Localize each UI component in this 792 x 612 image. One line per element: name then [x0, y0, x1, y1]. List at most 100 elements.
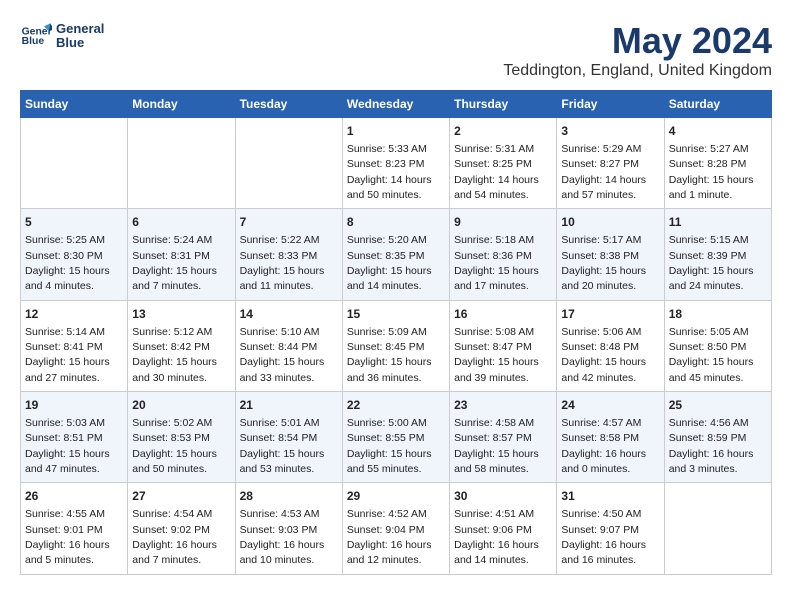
day-number: 5 — [25, 214, 123, 231]
calendar-cell — [21, 118, 128, 209]
calendar-cell: 22Sunrise: 5:00 AM Sunset: 8:55 PM Dayli… — [342, 392, 449, 483]
day-info: Sunrise: 5:33 AM Sunset: 8:23 PM Dayligh… — [347, 143, 432, 201]
weekday-header-tuesday: Tuesday — [235, 91, 342, 118]
day-info: Sunrise: 5:03 AM Sunset: 8:51 PM Dayligh… — [25, 417, 110, 475]
calendar-cell: 7Sunrise: 5:22 AM Sunset: 8:33 PM Daylig… — [235, 209, 342, 300]
day-number: 3 — [561, 123, 659, 140]
weekday-header-row: SundayMondayTuesdayWednesdayThursdayFrid… — [21, 91, 772, 118]
day-info: Sunrise: 5:12 AM Sunset: 8:42 PM Dayligh… — [132, 326, 217, 384]
day-number: 24 — [561, 397, 659, 414]
logo-text: General Blue — [56, 22, 104, 51]
calendar-cell: 16 Sunrise: 5:08 AM Sunset: 8:47 PM Dayli… — [450, 300, 557, 391]
calendar-cell: 28 Sunrise: 4:53 AM Sunset: 9:03 PM Dayli… — [235, 483, 342, 574]
day-number: 18 — [669, 306, 767, 323]
day-number: 16 — [454, 306, 552, 323]
day-info: Sunrise: 5:08 AM Sunset: 8:47 PM Dayligh… — [454, 326, 539, 384]
day-info: Sunrise: 4:52 AM Sunset: 9:04 PM Dayligh… — [347, 508, 432, 566]
day-number: 6 — [132, 214, 230, 231]
title-block: May 2024 Teddington, England, United Kin… — [503, 20, 772, 80]
calendar-cell: 20 Sunrise: 5:02 AM Sunset: 8:53 PM Dayli… — [128, 392, 235, 483]
day-number: 23 — [454, 397, 552, 414]
calendar-cell: 15Sunrise: 5:09 AM Sunset: 8:45 PM Dayli… — [342, 300, 449, 391]
day-number: 9 — [454, 214, 552, 231]
week-row-5: 26 Sunrise: 4:55 AM Sunset: 9:01 PM Dayli… — [21, 483, 772, 574]
day-info: Sunrise: 5:02 AM Sunset: 8:53 PM Dayligh… — [132, 417, 217, 475]
day-number: 20 — [132, 397, 230, 414]
calendar-cell: 24 Sunrise: 4:57 AM Sunset: 8:58 PM Dayli… — [557, 392, 664, 483]
day-number: 7 — [240, 214, 338, 231]
calendar-cell: 10 Sunrise: 5:17 AM Sunset: 8:38 PM Dayli… — [557, 209, 664, 300]
page-header: General Blue General Blue May 2024 Teddi… — [20, 20, 772, 80]
logo-line1: General — [56, 22, 104, 36]
calendar-cell: 3Sunrise: 5:29 AM Sunset: 8:27 PM Daylig… — [557, 118, 664, 209]
day-number: 29 — [347, 488, 445, 505]
day-number: 31 — [561, 488, 659, 505]
weekday-header-monday: Monday — [128, 91, 235, 118]
day-info: Sunrise: 5:01 AM Sunset: 8:54 PM Dayligh… — [240, 417, 325, 475]
calendar-cell: 17Sunrise: 5:06 AM Sunset: 8:48 PM Dayli… — [557, 300, 664, 391]
day-info: Sunrise: 5:31 AM Sunset: 8:25 PM Dayligh… — [454, 143, 539, 201]
day-number: 22 — [347, 397, 445, 414]
day-info: Sunrise: 5:09 AM Sunset: 8:45 PM Dayligh… — [347, 326, 432, 384]
week-row-2: 5 Sunrise: 5:25 AM Sunset: 8:30 PM Daylig… — [21, 209, 772, 300]
day-info: Sunrise: 4:56 AM Sunset: 8:59 PM Dayligh… — [669, 417, 754, 475]
day-info: Sunrise: 4:53 AM Sunset: 9:03 PM Dayligh… — [240, 508, 325, 566]
subtitle: Teddington, England, United Kingdom — [503, 62, 772, 80]
weekday-header-wednesday: Wednesday — [342, 91, 449, 118]
weekday-header-friday: Friday — [557, 91, 664, 118]
calendar-cell: 21 Sunrise: 5:01 AM Sunset: 8:54 PM Dayli… — [235, 392, 342, 483]
week-row-1: 1Sunrise: 5:33 AM Sunset: 8:23 PM Daylig… — [21, 118, 772, 209]
calendar-cell: 26 Sunrise: 4:55 AM Sunset: 9:01 PM Dayli… — [21, 483, 128, 574]
weekday-header-sunday: Sunday — [21, 91, 128, 118]
day-number: 11 — [669, 214, 767, 231]
day-number: 27 — [132, 488, 230, 505]
day-info: Sunrise: 5:05 AM Sunset: 8:50 PM Dayligh… — [669, 326, 754, 384]
calendar-cell: 12Sunrise: 5:14 AM Sunset: 8:41 PM Dayli… — [21, 300, 128, 391]
day-info: Sunrise: 4:54 AM Sunset: 9:02 PM Dayligh… — [132, 508, 217, 566]
main-title: May 2024 — [503, 20, 772, 62]
day-info: Sunrise: 4:58 AM Sunset: 8:57 PM Dayligh… — [454, 417, 539, 475]
calendar-cell — [235, 118, 342, 209]
day-number: 14 — [240, 306, 338, 323]
logo-line2: Blue — [56, 36, 104, 50]
day-info: Sunrise: 4:50 AM Sunset: 9:07 PM Dayligh… — [561, 508, 646, 566]
calendar-cell: 2 Sunrise: 5:31 AM Sunset: 8:25 PM Daylig… — [450, 118, 557, 209]
day-number: 8 — [347, 214, 445, 231]
day-info: Sunrise: 5:24 AM Sunset: 8:31 PM Dayligh… — [132, 234, 217, 292]
calendar-cell: 6 Sunrise: 5:24 AM Sunset: 8:31 PM Daylig… — [128, 209, 235, 300]
weekday-header-saturday: Saturday — [664, 91, 771, 118]
calendar-cell: 13Sunrise: 5:12 AM Sunset: 8:42 PM Dayli… — [128, 300, 235, 391]
calendar-cell: 29 Sunrise: 4:52 AM Sunset: 9:04 PM Dayli… — [342, 483, 449, 574]
week-row-4: 19 Sunrise: 5:03 AM Sunset: 8:51 PM Dayli… — [21, 392, 772, 483]
day-info: Sunrise: 4:57 AM Sunset: 8:58 PM Dayligh… — [561, 417, 646, 475]
day-info: Sunrise: 5:06 AM Sunset: 8:48 PM Dayligh… — [561, 326, 646, 384]
svg-text:Blue: Blue — [22, 36, 45, 47]
calendar-cell: 23 Sunrise: 4:58 AM Sunset: 8:57 PM Dayli… — [450, 392, 557, 483]
calendar-cell: 5 Sunrise: 5:25 AM Sunset: 8:30 PM Daylig… — [21, 209, 128, 300]
calendar-cell: 14 Sunrise: 5:10 AM Sunset: 8:44 PM Dayli… — [235, 300, 342, 391]
day-info: Sunrise: 5:15 AM Sunset: 8:39 PM Dayligh… — [669, 234, 754, 292]
day-number: 26 — [25, 488, 123, 505]
day-number: 10 — [561, 214, 659, 231]
weekday-header-thursday: Thursday — [450, 91, 557, 118]
day-number: 28 — [240, 488, 338, 505]
calendar-cell — [128, 118, 235, 209]
day-number: 2 — [454, 123, 552, 140]
logo-icon: General Blue — [20, 20, 52, 52]
day-info: Sunrise: 5:17 AM Sunset: 8:38 PM Dayligh… — [561, 234, 646, 292]
day-info: Sunrise: 4:55 AM Sunset: 9:01 PM Dayligh… — [25, 508, 110, 566]
calendar-cell: 31 Sunrise: 4:50 AM Sunset: 9:07 PM Dayli… — [557, 483, 664, 574]
calendar-cell: 30Sunrise: 4:51 AM Sunset: 9:06 PM Dayli… — [450, 483, 557, 574]
day-info: Sunrise: 5:10 AM Sunset: 8:44 PM Dayligh… — [240, 326, 325, 384]
day-number: 25 — [669, 397, 767, 414]
day-number: 21 — [240, 397, 338, 414]
calendar-cell: 9Sunrise: 5:18 AM Sunset: 8:36 PM Daylig… — [450, 209, 557, 300]
day-number: 19 — [25, 397, 123, 414]
day-info: Sunrise: 5:25 AM Sunset: 8:30 PM Dayligh… — [25, 234, 110, 292]
calendar-cell: 27 Sunrise: 4:54 AM Sunset: 9:02 PM Dayli… — [128, 483, 235, 574]
week-row-3: 12Sunrise: 5:14 AM Sunset: 8:41 PM Dayli… — [21, 300, 772, 391]
day-info: Sunrise: 5:20 AM Sunset: 8:35 PM Dayligh… — [347, 234, 432, 292]
day-number: 12 — [25, 306, 123, 323]
calendar-cell: 11 Sunrise: 5:15 AM Sunset: 8:39 PM Dayli… — [664, 209, 771, 300]
day-info: Sunrise: 5:27 AM Sunset: 8:28 PM Dayligh… — [669, 143, 754, 201]
